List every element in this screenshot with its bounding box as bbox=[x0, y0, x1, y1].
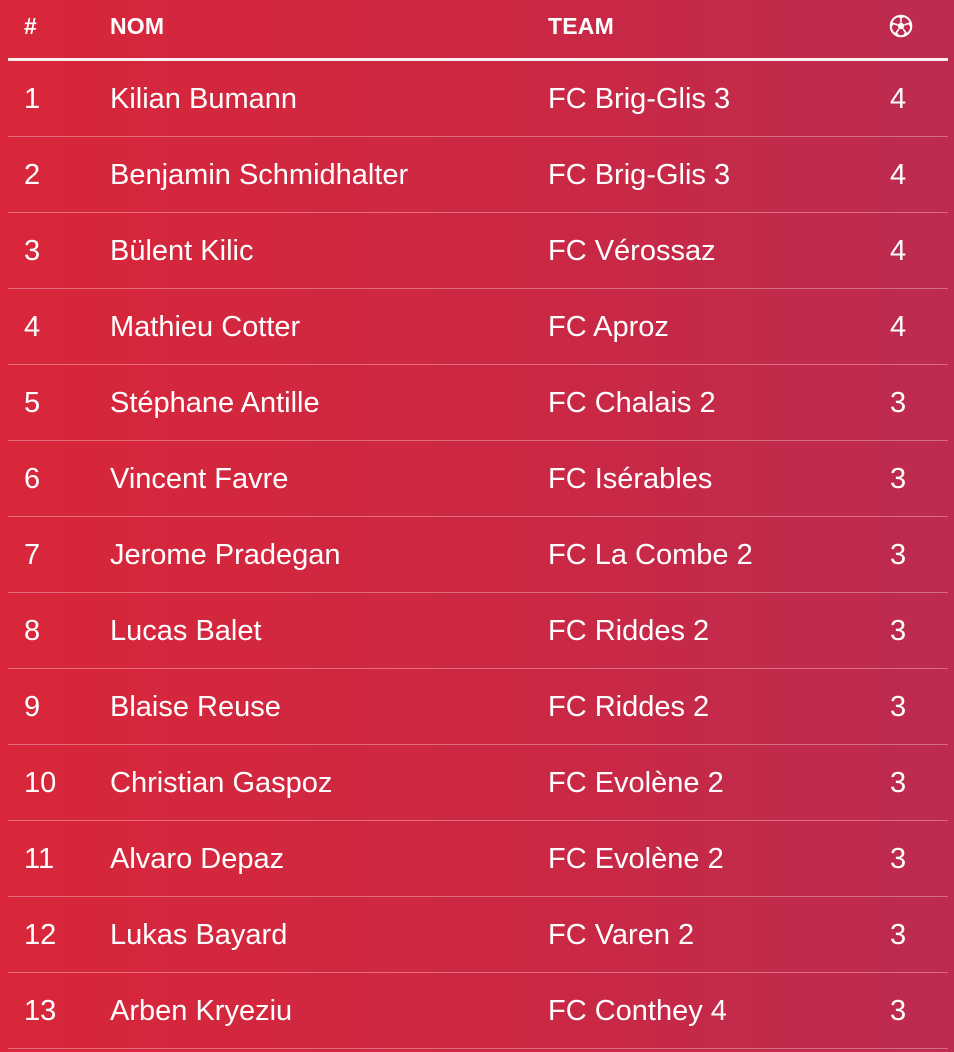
cell-team-name[interactable]: FC Vérossaz bbox=[548, 213, 716, 289]
table-row[interactable]: 6 Vincent Favre FC Isérables 3 bbox=[8, 441, 948, 517]
cell-team-name[interactable]: FC Aproz bbox=[548, 289, 669, 365]
table-row[interactable]: 9 Blaise Reuse FC Riddes 2 3 bbox=[8, 669, 948, 745]
cell-team-name[interactable]: FC Varen 2 bbox=[548, 897, 694, 973]
cell-rank: 12 bbox=[24, 919, 57, 951]
table-row[interactable]: 10 Christian Gaspoz FC Evolène 2 3 bbox=[8, 745, 948, 821]
top-scorers-table: # NOM TEAM 1 Kilian Bumann FC Brig-Glis 3 4… bbox=[8, 0, 948, 1049]
table-row[interactable]: 3 Bülent Kilic FC Vérossaz 4 bbox=[8, 213, 948, 289]
cell-player-name[interactable]: Alvaro Depaz bbox=[110, 821, 284, 897]
cell-team-name[interactable]: FC Riddes 2 bbox=[548, 593, 709, 669]
cell-rank: 3 bbox=[24, 235, 41, 267]
cell-rank: 9 bbox=[24, 691, 41, 723]
cell-rank: 8 bbox=[24, 615, 41, 647]
cell-rank: 4 bbox=[24, 311, 41, 343]
cell-player-name[interactable]: Christian Gaspoz bbox=[110, 745, 332, 821]
table-row[interactable]: 8 Lucas Balet FC Riddes 2 3 bbox=[8, 593, 948, 669]
cell-team-name[interactable]: FC Brig-Glis 3 bbox=[548, 61, 730, 137]
cell-rank: 2 bbox=[24, 159, 41, 191]
cell-goals: 3 bbox=[890, 387, 907, 419]
cell-player-name[interactable]: Benjamin Schmidhalter bbox=[110, 137, 408, 213]
cell-player-name[interactable]: Mathieu Cotter bbox=[110, 289, 300, 365]
cell-rank: 11 bbox=[24, 843, 55, 875]
cell-team-name[interactable]: FC Evolène 2 bbox=[548, 745, 724, 821]
cell-player-name[interactable]: Lucas Balet bbox=[110, 593, 262, 669]
table-row[interactable]: 1 Kilian Bumann FC Brig-Glis 3 4 bbox=[8, 61, 948, 137]
cell-goals: 3 bbox=[890, 767, 907, 799]
cell-player-name[interactable]: Stéphane Antille bbox=[110, 365, 320, 441]
cell-goals: 3 bbox=[890, 539, 907, 571]
cell-goals: 3 bbox=[890, 995, 907, 1027]
cell-rank: 5 bbox=[24, 387, 41, 419]
table-row[interactable]: 5 Stéphane Antille FC Chalais 2 3 bbox=[8, 365, 948, 441]
cell-team-name[interactable]: FC Chalais 2 bbox=[548, 365, 716, 441]
cell-player-name[interactable]: Jerome Pradegan bbox=[110, 517, 341, 593]
cell-goals: 3 bbox=[890, 843, 907, 875]
cell-player-name[interactable]: Arben Kryeziu bbox=[110, 973, 292, 1049]
cell-player-name[interactable]: Kilian Bumann bbox=[110, 61, 297, 137]
cell-goals: 3 bbox=[890, 919, 907, 951]
table-row[interactable]: 13 Arben Kryeziu FC Conthey 4 3 bbox=[8, 973, 948, 1049]
header-team[interactable]: TEAM bbox=[548, 12, 614, 40]
cell-player-name[interactable]: Vincent Favre bbox=[110, 441, 288, 517]
table-row[interactable]: 4 Mathieu Cotter FC Aproz 4 bbox=[8, 289, 948, 365]
cell-goals: 3 bbox=[890, 615, 907, 647]
cell-player-name[interactable]: Blaise Reuse bbox=[110, 669, 281, 745]
table-row[interactable]: 12 Lukas Bayard FC Varen 2 3 bbox=[8, 897, 948, 973]
cell-team-name[interactable]: FC Riddes 2 bbox=[548, 669, 709, 745]
cell-team-name[interactable]: FC Evolène 2 bbox=[548, 821, 724, 897]
cell-rank: 7 bbox=[24, 539, 41, 571]
cell-rank: 6 bbox=[24, 463, 41, 495]
cell-goals: 4 bbox=[890, 235, 907, 267]
table-row[interactable]: 2 Benjamin Schmidhalter FC Brig-Glis 3 4 bbox=[8, 137, 948, 213]
cell-rank: 10 bbox=[24, 767, 57, 799]
cell-team-name[interactable]: FC Brig-Glis 3 bbox=[548, 137, 730, 213]
cell-goals: 3 bbox=[890, 463, 907, 495]
soccer-ball-icon[interactable] bbox=[889, 14, 913, 38]
cell-rank: 1 bbox=[24, 83, 41, 115]
cell-goals: 4 bbox=[890, 311, 907, 343]
cell-team-name[interactable]: FC Conthey 4 bbox=[548, 973, 727, 1049]
table-row[interactable]: 11 Alvaro Depaz FC Evolène 2 3 bbox=[8, 821, 948, 897]
cell-goals: 3 bbox=[890, 691, 907, 723]
cell-player-name[interactable]: Bülent Kilic bbox=[110, 213, 253, 289]
cell-team-name[interactable]: FC Isérables bbox=[548, 441, 712, 517]
cell-goals: 4 bbox=[890, 83, 907, 115]
cell-player-name[interactable]: Lukas Bayard bbox=[110, 897, 287, 973]
table-header: # NOM TEAM bbox=[8, 0, 948, 61]
table-row[interactable]: 7 Jerome Pradegan FC La Combe 2 3 bbox=[8, 517, 948, 593]
cell-rank: 13 bbox=[24, 995, 57, 1027]
cell-team-name[interactable]: FC La Combe 2 bbox=[548, 517, 753, 593]
header-rank: # bbox=[24, 13, 37, 39]
header-name[interactable]: NOM bbox=[110, 12, 164, 40]
cell-goals: 4 bbox=[890, 159, 907, 191]
